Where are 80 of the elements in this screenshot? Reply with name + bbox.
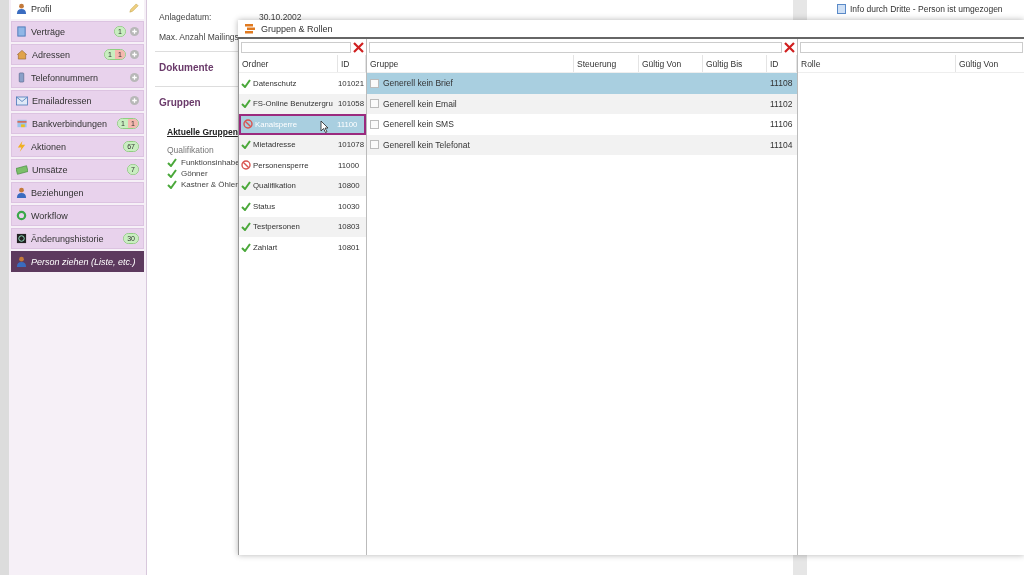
sidebar-item[interactable]: Beziehungen — [11, 182, 144, 203]
sidebar-item[interactable]: Profil — [11, 0, 144, 19]
prohibited-icon — [243, 119, 253, 130]
column-header[interactable]: Gültig Von — [639, 55, 703, 72]
filter-field[interactable] — [241, 41, 351, 53]
group-name: Generell kein Brief — [383, 78, 453, 89]
checkbox[interactable] — [370, 119, 379, 129]
sidebar-item[interactable]: Telefonnummern — [11, 67, 144, 88]
document-icon — [837, 4, 846, 14]
column-header[interactable]: Steuerung — [574, 55, 639, 72]
column-header[interactable]: Gruppe — [367, 55, 574, 72]
group-row[interactable]: Generell kein Brief 11108 — [367, 73, 797, 94]
add-icon[interactable] — [130, 96, 139, 105]
column-header[interactable]: ID — [767, 55, 797, 72]
dialog-title: Gruppen & Rollen — [261, 23, 333, 34]
phone-icon — [16, 72, 27, 83]
column-header[interactable]: ID — [338, 55, 366, 72]
note-text: Info durch Dritte - Person ist umgezogen — [850, 4, 1003, 14]
group-name: Generell kein Telefonat — [383, 139, 470, 150]
sidebar-item-label: Änderungshistorie — [31, 233, 105, 244]
lightning-icon — [16, 141, 27, 152]
field-label: Max. Anzahl Mailings — [159, 32, 240, 42]
group-name: Generell kein Email — [383, 98, 457, 109]
prohibited-icon — [241, 160, 251, 171]
check-icon — [241, 99, 251, 109]
banknote-icon — [16, 164, 28, 175]
sidebar-item-label: Beziehungen — [31, 187, 85, 198]
checkbox[interactable] — [370, 140, 379, 150]
column-header[interactable]: Gültig Von — [956, 55, 1024, 72]
sidebar-item-label: Person ziehen (Liste, etc.) — [31, 256, 137, 267]
clear-icon[interactable] — [353, 41, 364, 53]
filter-field[interactable] — [800, 41, 1023, 53]
group-row[interactable]: Generell kein Telefonat 11104 — [367, 134, 797, 155]
sidebar-item[interactable]: Emailadressen — [11, 90, 144, 111]
add-icon[interactable] — [130, 27, 139, 36]
add-icon[interactable] — [130, 73, 139, 82]
sidebar-item[interactable]: Person ziehen (Liste, etc.) — [11, 251, 144, 272]
sidebar-item-label: Emailadressen — [32, 95, 93, 106]
filter-field[interactable] — [369, 41, 782, 53]
mouse-pointer-icon — [320, 120, 329, 133]
category-label: Qualifikation — [167, 145, 215, 155]
checkbox[interactable] — [370, 99, 379, 109]
sidebar-item-label: Bankverbindungen — [32, 118, 109, 129]
field-value: 30.10.2002 — [259, 12, 302, 22]
stack-icon — [244, 23, 256, 34]
group-id: 11104 — [770, 139, 793, 150]
sidebar-item-label: Verträge — [31, 26, 67, 37]
envelope-icon — [16, 95, 28, 106]
check-icon — [241, 140, 251, 150]
sidebar-item-label: Workflow — [31, 210, 69, 221]
check-icon — [241, 78, 251, 88]
column-header[interactable]: Ordner — [239, 55, 338, 72]
sidebar-item[interactable]: Workflow — [11, 205, 144, 226]
column-header[interactable]: Gültig Bis — [703, 55, 767, 72]
column-header[interactable]: Rolle — [798, 55, 956, 72]
group-name: Generell kein SMS — [383, 119, 454, 130]
sidebar-item-label: Adressen — [32, 49, 72, 60]
clock-icon — [16, 233, 27, 244]
sidebar-item-label: Profil — [31, 3, 53, 14]
group-name: Funktionsinhabe — [181, 158, 240, 167]
group-heading: Aktuelle Gruppen — [167, 127, 239, 137]
group-row[interactable]: Generell kein Email 11102 — [367, 93, 797, 114]
house-icon — [16, 49, 28, 60]
sidebar-item-label: Aktionen — [31, 141, 68, 152]
person-icon — [16, 187, 27, 198]
field-label: Anlagedatum: — [159, 12, 213, 22]
group-id: 11106 — [770, 119, 793, 130]
cycle-icon — [16, 210, 27, 221]
sidebar-item-label: Telefonnummern — [31, 72, 100, 83]
document-icon — [16, 26, 27, 37]
person-icon — [16, 3, 27, 14]
checkbox[interactable] — [370, 78, 379, 88]
card-icon — [16, 118, 28, 129]
clear-icon[interactable] — [784, 41, 795, 53]
add-icon[interactable] — [130, 50, 139, 59]
person-icon — [16, 256, 27, 267]
pencil-icon[interactable] — [128, 3, 139, 14]
group-name: Gönner — [181, 169, 208, 178]
sidebar-item-label: Umsätze — [32, 164, 69, 175]
group-name: Kastner & Öhler — [181, 180, 238, 189]
